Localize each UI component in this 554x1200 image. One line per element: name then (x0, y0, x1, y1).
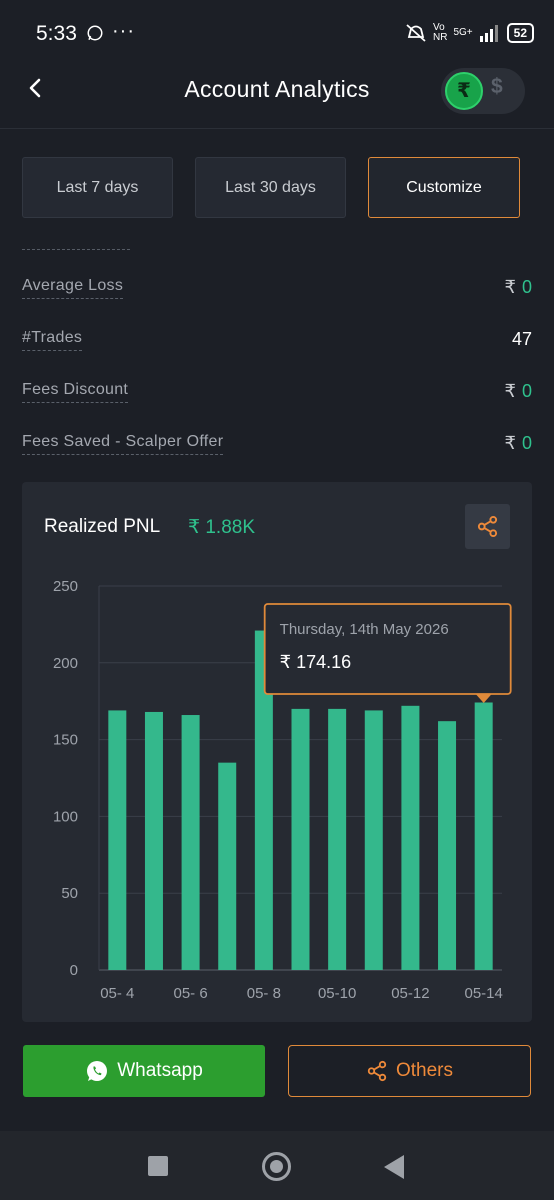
tooltip-date: Thursday, 14th May 2026 (280, 621, 449, 638)
whatsapp-notification-icon (87, 25, 103, 41)
stat-trades: #Trades 47 (22, 329, 532, 363)
status-icons: Vo NR 5G+ 52 (405, 22, 534, 44)
y-tick-label: 150 (53, 732, 78, 749)
stat-label[interactable]: Average Loss (22, 277, 124, 299)
whatsapp-button-label: Whatsapp (117, 1060, 203, 1081)
chart-bar (438, 721, 457, 970)
realized-pnl-card: Realized PNL ₹ 1.88K 250 200 150 100 50 0 05- … (22, 482, 532, 1022)
stat-value: ₹0 (504, 381, 532, 401)
stat-fees-discount: Fees Discount ₹0 (22, 381, 532, 415)
stat-value: ₹0 (504, 433, 532, 453)
x-tick-label: 05-12 (391, 985, 429, 1002)
y-tick-label: 200 (53, 655, 78, 672)
system-nav-bar (0, 1131, 554, 1200)
y-tick-label: 100 (53, 808, 78, 825)
stat-fees-saved: Fees Saved - Scalper Offer ₹0 (22, 433, 532, 467)
chart-bar (108, 710, 127, 970)
chart-bar (364, 710, 383, 970)
chart-bar (474, 702, 493, 970)
x-tick-label: 05- 6 (173, 985, 207, 1002)
volte-icon: Vo NR (433, 22, 448, 43)
mute-icon (406, 24, 426, 42)
others-share-button[interactable]: Others (288, 1045, 531, 1097)
recents-icon[interactable] (148, 1156, 168, 1176)
status-time: 5:33 (36, 22, 77, 45)
share-icon (367, 1060, 387, 1082)
range-customize-button[interactable]: Customize (368, 157, 520, 218)
app-header: Account Analytics ₹ $ (0, 66, 554, 122)
share-chart-button[interactable] (465, 504, 510, 549)
status-bar: 5:33 ··· Vo NR 5G+ 52 (0, 0, 554, 66)
y-tick-label: 250 (53, 578, 78, 595)
currency-toggle[interactable]: ₹ $ (441, 68, 525, 114)
x-tick-label: 05- 4 (100, 985, 134, 1002)
tooltip-pointer (475, 694, 492, 703)
stat-label[interactable]: Fees Saved - Scalper Offer (22, 433, 224, 455)
pnl-bar-chart: 250 200 150 100 50 0 05- 4 05- 6 05- 8 05-10 05-12… (53, 578, 512, 1002)
chart-bar (181, 715, 200, 970)
y-tick-label: 50 (61, 885, 78, 902)
card-title: Realized PNL (44, 516, 161, 537)
y-tick-label: 0 (70, 962, 78, 979)
stat-label[interactable]: Fees Discount (22, 381, 129, 403)
whatsapp-share-button[interactable]: Whatsapp (23, 1045, 265, 1097)
chart-bar (144, 711, 163, 970)
header-divider (0, 128, 554, 129)
share-icon (477, 515, 498, 538)
rupee-option[interactable]: ₹ (445, 72, 483, 110)
signal-icon (479, 25, 498, 42)
whatsapp-icon (87, 1061, 108, 1081)
dollar-option[interactable]: $ (491, 75, 503, 99)
divider (22, 249, 130, 250)
back-triangle-icon[interactable] (384, 1155, 404, 1179)
tooltip-box (263, 603, 512, 695)
tooltip-value: ₹ 174.16 (280, 652, 352, 672)
range-last-7-days-button[interactable]: Last 7 days (22, 157, 173, 218)
others-button-label: Others (395, 1060, 454, 1081)
stat-value: ₹0 (504, 277, 532, 297)
network-type: 5G+ (453, 27, 473, 38)
home-icon[interactable] (262, 1152, 291, 1181)
chart-bar (401, 705, 420, 970)
chart-bar (328, 708, 347, 970)
battery-indicator: 52 (506, 23, 534, 43)
x-tick-label: 05-10 (318, 985, 356, 1002)
x-tick-label: 05- 8 (247, 985, 281, 1002)
x-tick-label: 05-14 (464, 985, 502, 1002)
stat-label[interactable]: #Trades (22, 329, 83, 351)
more-notifications-icon: ··· (112, 20, 135, 42)
chart-bar (291, 708, 310, 970)
stat-value: 47 (511, 329, 532, 349)
stat-average-loss: Average Loss ₹0 (22, 277, 532, 311)
card-total: ₹ 1.88K (188, 517, 256, 538)
chart-bar (218, 762, 237, 970)
range-last-30-days-button[interactable]: Last 30 days (195, 157, 346, 218)
